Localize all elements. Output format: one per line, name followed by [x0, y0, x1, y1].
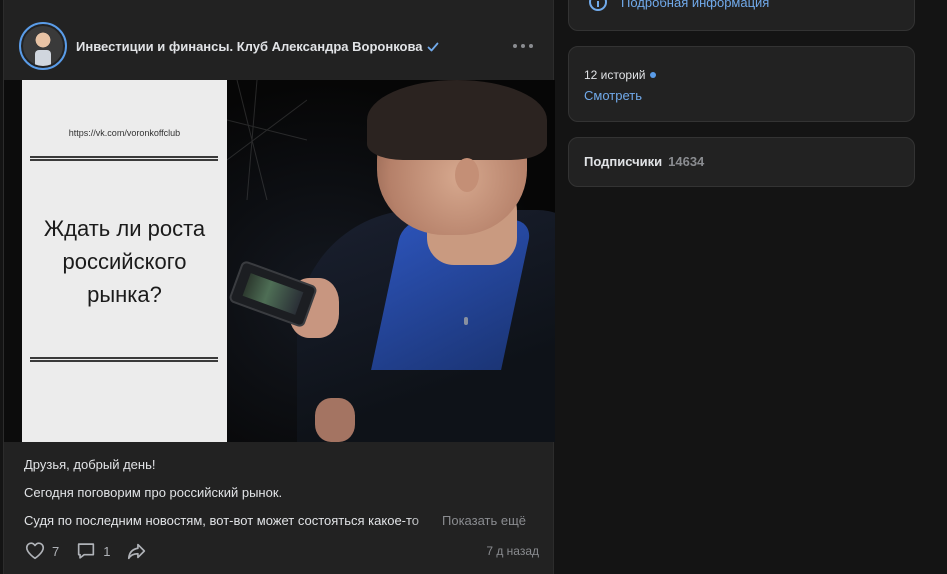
- image-divider-bottom: [30, 357, 218, 362]
- image-photo: [227, 80, 555, 442]
- photo-hair: [367, 80, 547, 160]
- info-link[interactable]: Подробная информация: [589, 0, 769, 11]
- photo-ear: [455, 158, 479, 192]
- author-name-link[interactable]: Инвестиции и финансы. Клуб Александра Во…: [76, 39, 439, 54]
- check-icon: [427, 42, 438, 51]
- avatar-photo: [23, 26, 63, 66]
- heart-icon: [25, 542, 45, 560]
- new-stories-dot: [649, 72, 656, 78]
- like-count: 7: [52, 543, 60, 559]
- post-image[interactable]: https://vk.com/voronkoffclub Ждать ли ро…: [4, 80, 555, 442]
- show-more-link[interactable]: Показать ещё: [442, 512, 526, 540]
- stories-view-link[interactable]: Смотреть: [584, 88, 642, 103]
- image-title: Ждать ли роста российского рынка?: [22, 212, 227, 311]
- post-text-line: Друзья, добрый день!: [24, 457, 156, 472]
- image-divider-top: [30, 156, 218, 161]
- info-icon: [589, 0, 607, 11]
- comment-count: 1: [103, 543, 111, 559]
- author-avatar[interactable]: [19, 22, 67, 70]
- post-header: Инвестиции и финансы. Клуб Александра Во…: [4, 22, 555, 72]
- share-button[interactable]: [126, 540, 148, 562]
- info-link-label: Подробная информация: [621, 0, 770, 10]
- photo-lapel-pin: [464, 317, 468, 325]
- post-text: Друзья, добрый день! Сегодня поговорим п…: [24, 456, 544, 540]
- image-title-line: российского: [62, 249, 187, 274]
- photo-phone: [227, 259, 319, 329]
- subscribers-label: Подписчики: [584, 154, 663, 169]
- image-title-line: Ждать ли роста: [43, 216, 206, 241]
- post-text-line: Судя по последним новостям, вот-вот може…: [24, 513, 420, 528]
- post-card: Инвестиции и финансы. Клуб Александра Во…: [3, 0, 555, 574]
- photo-hand-lower: [315, 398, 355, 442]
- stories-count: 12 историй: [584, 68, 646, 82]
- image-title-line: рынка?: [87, 282, 162, 307]
- image-text-panel: https://vk.com/voronkoffclub Ждать ли ро…: [22, 80, 227, 442]
- like-button[interactable]: 7: [24, 540, 59, 562]
- stories-card[interactable]: 12 историй Смотреть: [568, 46, 915, 122]
- comment-button[interactable]: 1: [75, 540, 110, 562]
- share-icon: [128, 543, 146, 560]
- post-actions: 7 1 7 д назад: [24, 540, 539, 562]
- subscribers-row: Подписчики 14634: [584, 154, 704, 169]
- comment-icon: [78, 543, 95, 559]
- background-lines: [227, 80, 307, 200]
- more-icon[interactable]: [513, 38, 533, 54]
- stories-title: 12 историй: [584, 68, 656, 82]
- image-url-text: https://vk.com/voronkoffclub: [68, 128, 181, 138]
- post-date[interactable]: 7 д назад: [486, 544, 539, 558]
- subscribers-count: 14634: [668, 154, 705, 169]
- subscribers-card[interactable]: Подписчики 14634: [568, 137, 915, 187]
- post-text-line: Сегодня поговорим про российский рынок.: [24, 485, 283, 500]
- post-text-line-truncated: Судя по последним новостям, вот-вот може…: [24, 512, 544, 540]
- info-card: Подробная информация: [568, 0, 915, 31]
- author-name: Инвестиции и финансы. Клуб Александра Во…: [76, 39, 423, 54]
